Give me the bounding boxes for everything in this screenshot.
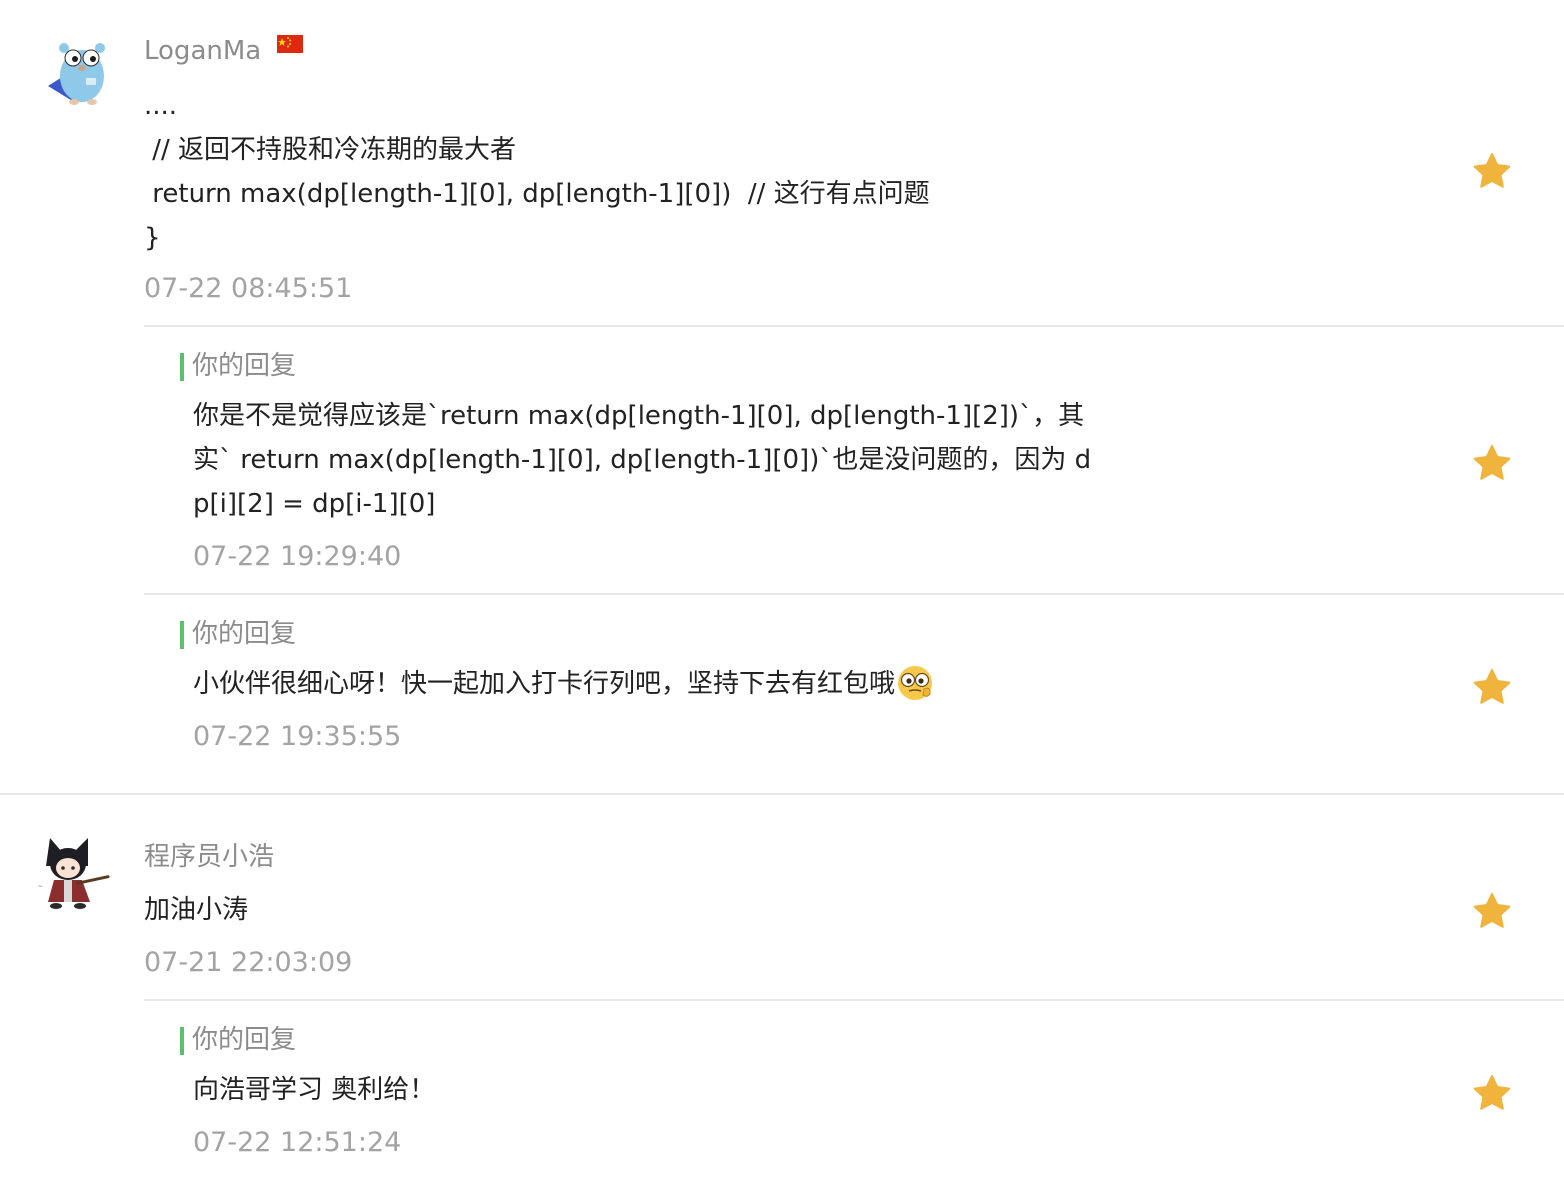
reply-line: 你是不是觉得应该是`return max(dp[length-1][0], dp… xyxy=(193,401,1085,431)
star-icon[interactable] xyxy=(1472,668,1512,706)
content-line: 加油小涛 xyxy=(144,895,249,925)
content-line: } xyxy=(144,223,161,253)
comment-content: 加油小涛 xyxy=(144,888,248,932)
star-icon[interactable] xyxy=(1472,892,1512,930)
star-icon[interactable] xyxy=(1472,152,1512,190)
comment-divider xyxy=(0,793,1564,795)
comment-username[interactable]: 程序员小浩 xyxy=(144,840,274,874)
gopher-avatar[interactable] xyxy=(40,36,116,112)
content-line: .... xyxy=(144,91,178,121)
thinking-eyes-emoji-icon xyxy=(898,666,933,700)
reply-content: 向浩哥学习 奥利给！ xyxy=(193,1068,435,1112)
reply-time: 07-22 12:51:24 xyxy=(193,1127,402,1158)
cat-girl-avatar[interactable]: ~ xyxy=(36,836,112,912)
content-line: return max(dp[length-1][0], dp[length-1]… xyxy=(144,179,930,209)
username-text[interactable]: LoganMa xyxy=(144,36,261,66)
china-flag-icon xyxy=(277,35,304,53)
reply-label: 你的回复 xyxy=(180,349,296,383)
comment-time: 07-21 22:03:09 xyxy=(144,947,353,978)
comment-time: 07-22 08:45:51 xyxy=(144,273,353,304)
reply-divider xyxy=(144,593,1564,595)
reply-label: 你的回复 xyxy=(180,617,296,651)
star-icon[interactable] xyxy=(1472,1074,1512,1112)
reply-content: 你是不是觉得应该是`return max(dp[length-1][0], dp… xyxy=(193,394,1091,526)
reply-line: 小伙伴很细心呀！快一起加入打卡行列吧，坚持下去有红包哦 xyxy=(193,669,896,699)
reply-divider xyxy=(144,999,1564,1001)
reply-line: 实` return max(dp[length-1][0], dp[length… xyxy=(193,445,1092,475)
comment-username[interactable]: LoganMa xyxy=(144,34,304,68)
reply-line: 向浩哥学习 奥利给！ xyxy=(193,1075,436,1105)
reply-content: 小伙伴很细心呀！快一起加入打卡行列吧，坚持下去有红包哦 xyxy=(193,662,935,706)
reply-label: 你的回复 xyxy=(180,1023,296,1057)
content-line: // 返回不持股和冷冻期的最大者 xyxy=(144,135,517,165)
reply-divider xyxy=(144,325,1564,327)
star-icon[interactable] xyxy=(1472,444,1512,482)
comment-content: .... // 返回不持股和冷冻期的最大者 return max(dp[leng… xyxy=(144,84,930,260)
svg-text:~: ~ xyxy=(38,883,43,890)
reply-time: 07-22 19:35:55 xyxy=(193,721,402,752)
reply-line: p[i][2] = dp[i-1][0] xyxy=(193,489,436,519)
reply-time: 07-22 19:29:40 xyxy=(193,541,402,572)
username-text[interactable]: 程序员小浩 xyxy=(144,842,274,872)
